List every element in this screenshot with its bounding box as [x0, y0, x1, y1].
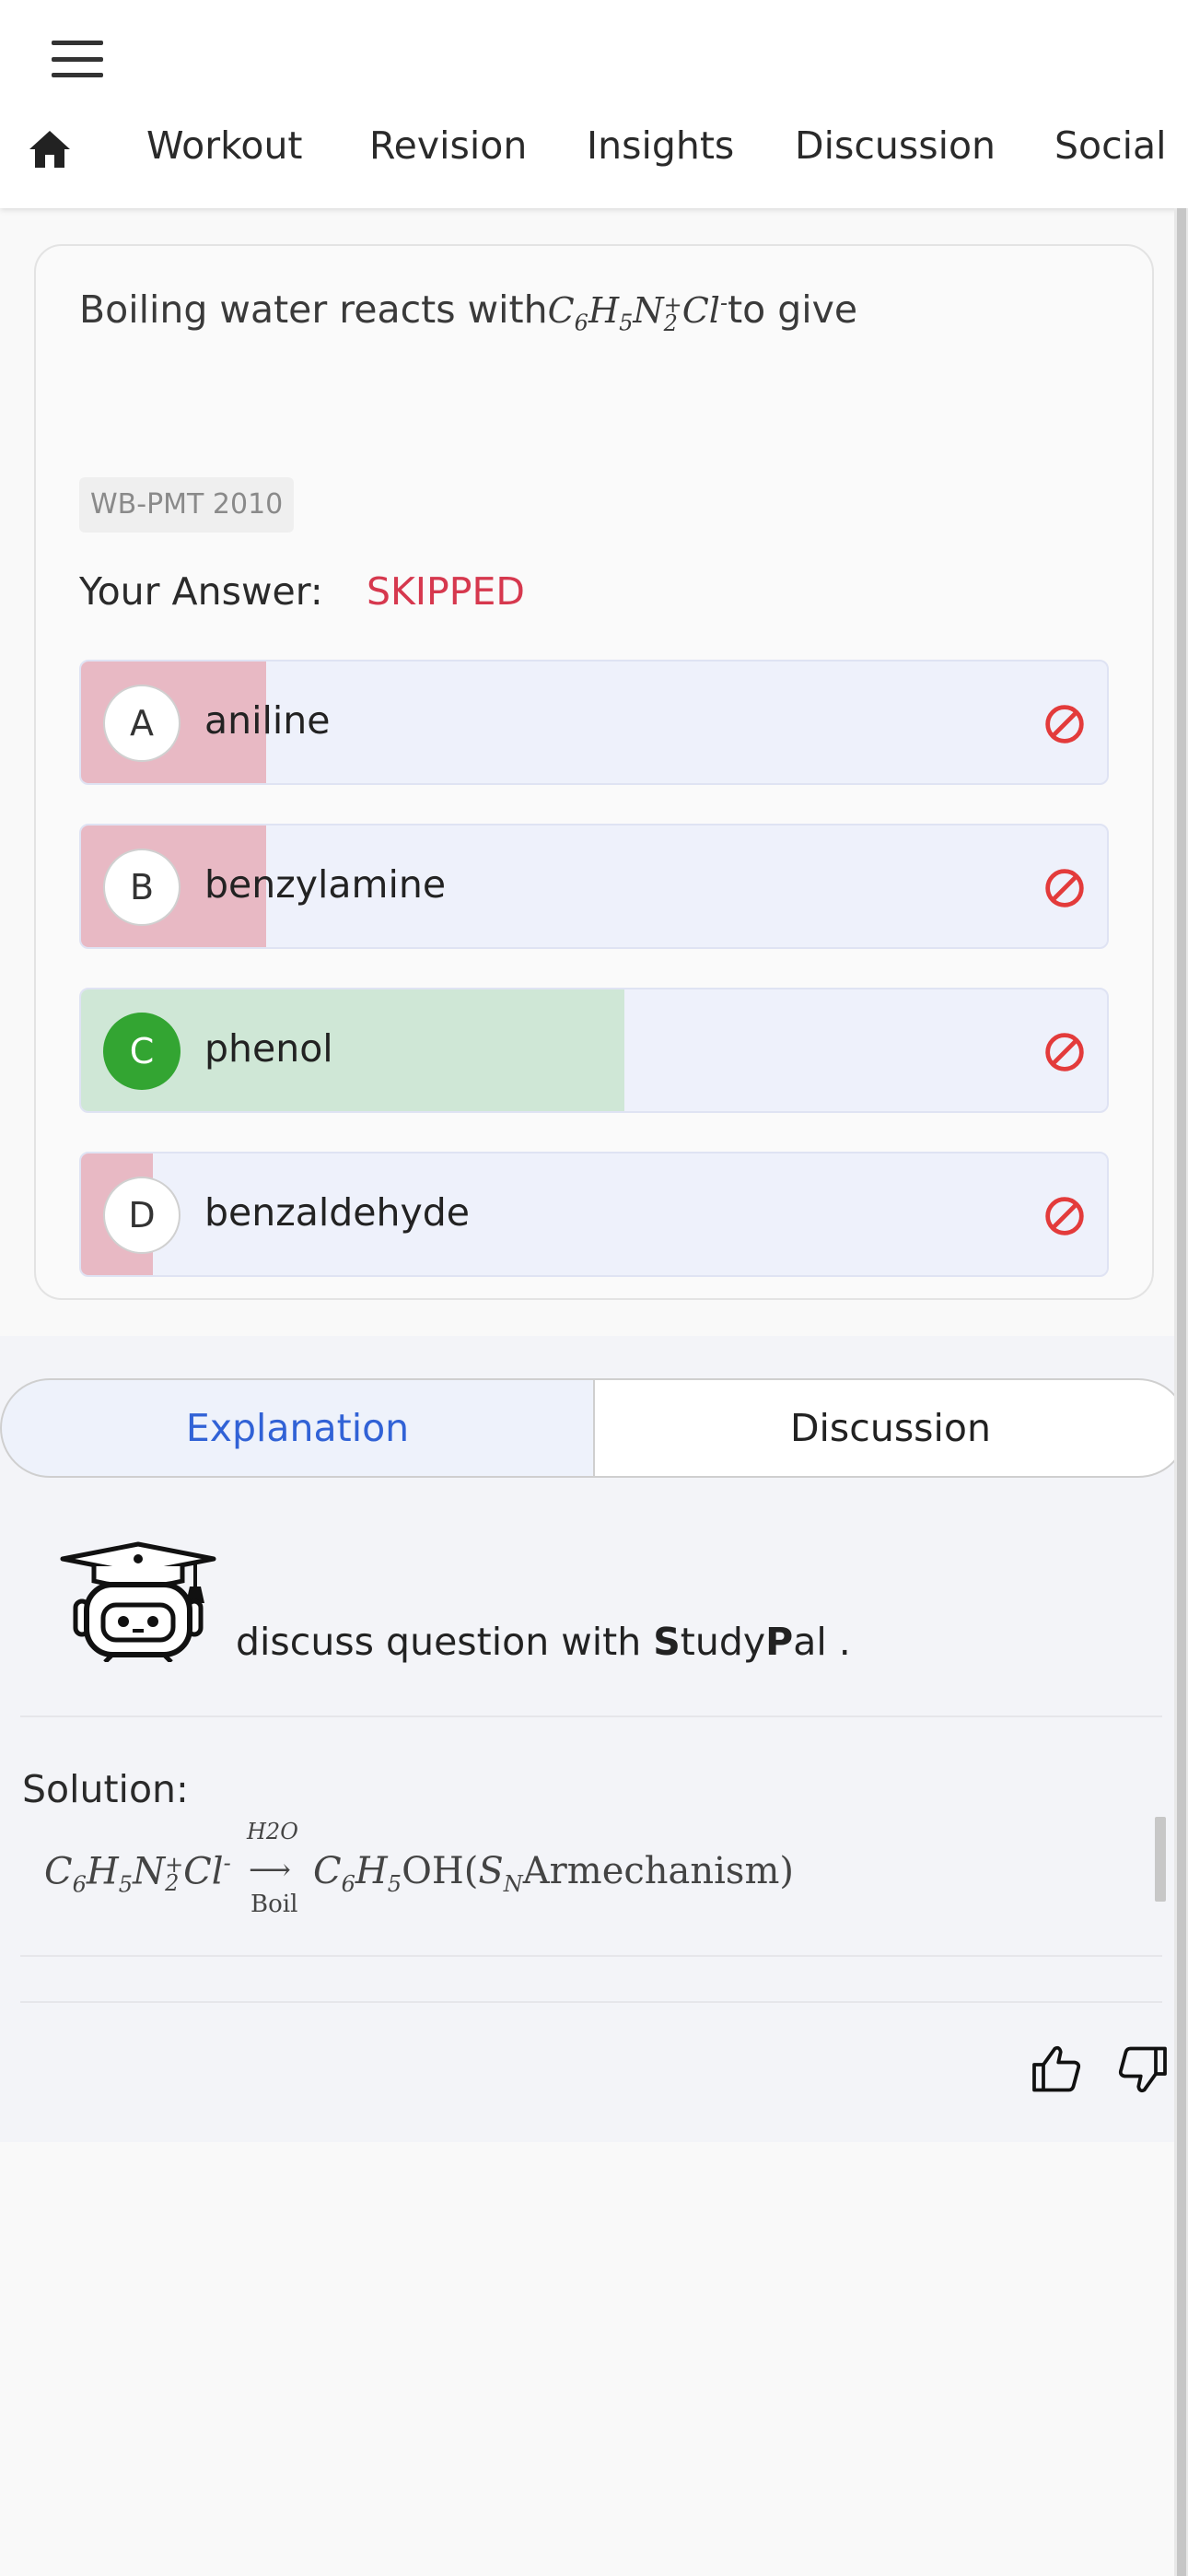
your-answer-status: SKIPPED [367, 569, 525, 614]
tab-explanation[interactable]: Explanation [0, 1378, 595, 1478]
home-icon[interactable] [28, 129, 72, 170]
page-scrollbar-thumb[interactable] [1177, 208, 1186, 2576]
studypal-prompt[interactable]: discuss question with StudyPal . [236, 1620, 851, 1664]
option-label: phenol [204, 1026, 333, 1071]
equation-scrollbar[interactable] [1155, 1817, 1166, 1902]
question-text: Boiling water reacts withC6H5N +2 Cl-to gi… [79, 287, 858, 336]
option-label: benzaldehyde [204, 1190, 471, 1235]
reactant-formula: C6H5N +2 Cl- [44, 1850, 231, 1898]
divider [20, 1955, 1162, 1957]
not-allowed-icon [1045, 1197, 1084, 1235]
product-formula: C6H5OH(SNArmechanism) [313, 1850, 794, 1897]
question-formula: C6H5N +2 Cl- [547, 289, 728, 336]
nav-item-discussion[interactable]: Discussion [795, 123, 996, 168]
option-letter: D [103, 1177, 181, 1254]
option-letter: A [103, 685, 181, 762]
option-d[interactable]: D benzaldehyde [79, 1152, 1109, 1277]
option-b[interactable]: B benzylamine [79, 824, 1109, 949]
option-letter: C [103, 1013, 181, 1090]
reagent-top: H2O [247, 1819, 298, 1844]
studypal-robot-icon[interactable] [57, 1537, 219, 1662]
nav-item-workout[interactable]: Workout [146, 123, 303, 168]
option-letter: B [103, 849, 181, 926]
nav-item-social[interactable]: Social [1054, 123, 1167, 168]
not-allowed-icon [1045, 705, 1084, 744]
reagent-bottom: Boil [250, 1891, 298, 1918]
divider [20, 1715, 1162, 1717]
option-label: benzylamine [204, 862, 447, 907]
option-a[interactable]: A aniline [79, 660, 1109, 785]
your-answer-label: Your Answer: [79, 569, 323, 614]
solution-label: Solution: [22, 1767, 189, 1811]
option-label: aniline [204, 698, 331, 743]
not-allowed-icon [1045, 869, 1084, 907]
reaction-arrow: ⟶ [249, 1852, 291, 1887]
tab-discussion[interactable]: Discussion [593, 1378, 1188, 1478]
explanation-tabs: Explanation Discussion [0, 1378, 1188, 1480]
thumbs-down-icon[interactable] [1114, 2042, 1170, 2097]
option-c[interactable]: C phenol [79, 988, 1109, 1113]
top-bar [0, 0, 1188, 208]
divider [20, 2001, 1162, 2003]
not-allowed-icon [1045, 1033, 1084, 1071]
thumbs-up-icon[interactable] [1030, 2042, 1085, 2097]
hamburger-menu-icon[interactable] [52, 41, 103, 77]
nav-item-insights[interactable]: Insights [587, 123, 734, 168]
nav-item-revision[interactable]: Revision [369, 123, 527, 168]
exam-tag: WB-PMT 2010 [79, 477, 295, 533]
